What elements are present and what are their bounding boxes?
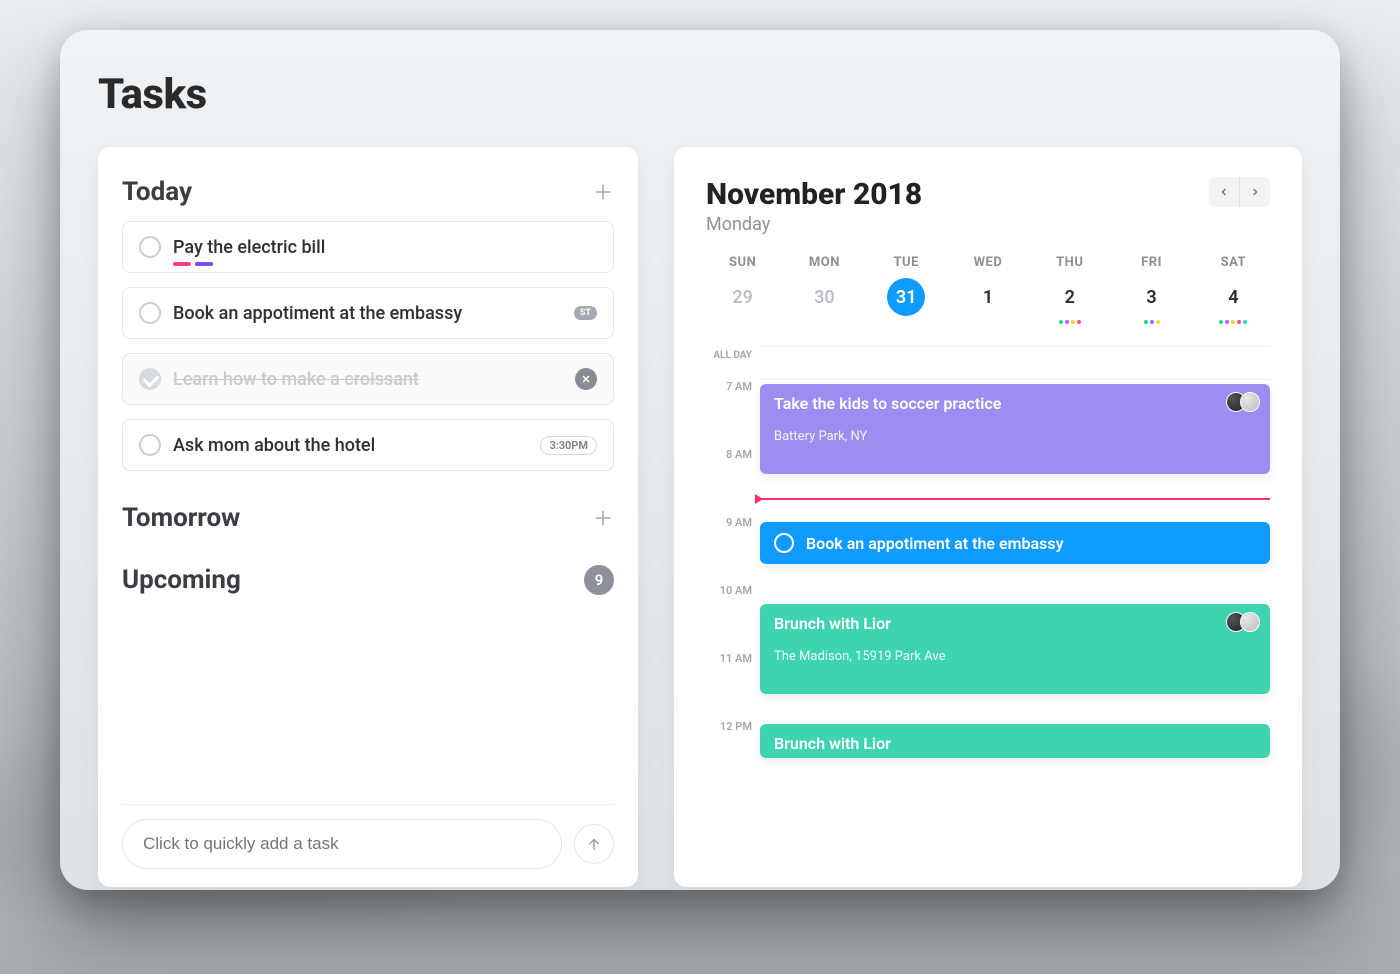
day-header: SAT bbox=[1197, 255, 1270, 270]
day-number: 2 bbox=[1051, 278, 1089, 316]
day-number: 30 bbox=[805, 278, 843, 316]
day-cell[interactable]: 29 bbox=[706, 278, 779, 324]
day-number: 1 bbox=[969, 278, 1007, 316]
event-location: Battery Park, NY bbox=[774, 429, 1256, 444]
task-item[interactable]: Ask mom about the hotel 3:30PM bbox=[122, 419, 614, 471]
current-time-indicator bbox=[760, 498, 1270, 500]
section-tomorrow-title: Tomorrow bbox=[122, 503, 240, 533]
all-day-label: ALL DAY bbox=[706, 346, 760, 380]
calendar-event[interactable]: Book an appotiment at the embassy bbox=[760, 522, 1270, 564]
task-tags bbox=[173, 262, 213, 266]
calendar-event[interactable]: Brunch with Lior The Madison, 15919 Park … bbox=[760, 604, 1270, 694]
day-cell[interactable]: 3 bbox=[1115, 278, 1188, 324]
chevron-right-icon bbox=[1249, 186, 1261, 198]
task-text: Book an appotiment at the embassy bbox=[173, 303, 562, 324]
columns: Today Pay the electric bill Book an appot… bbox=[98, 147, 1302, 887]
day-cell[interactable]: 30 bbox=[788, 278, 861, 324]
hour-label: 10 AM bbox=[706, 584, 760, 652]
day-cell[interactable]: 31 bbox=[870, 278, 943, 324]
task-text: Learn how to make a croissant bbox=[173, 369, 563, 390]
close-icon[interactable] bbox=[575, 368, 597, 390]
check-icon[interactable] bbox=[139, 368, 161, 390]
event-location: The Madison, 15919 Park Ave bbox=[774, 649, 1256, 664]
day-cell[interactable]: 2 bbox=[1033, 278, 1106, 324]
hours-column: ALL DAY 7 AM8 AM9 AM10 AM11 AM12 PM bbox=[706, 346, 760, 788]
event-avatars bbox=[1232, 392, 1260, 412]
task-text: Pay the electric bill bbox=[173, 237, 597, 258]
day-number: 31 bbox=[887, 278, 925, 316]
page-title: Tasks bbox=[98, 70, 1302, 119]
task-circle[interactable] bbox=[139, 302, 161, 324]
plus-icon[interactable] bbox=[592, 181, 614, 203]
arrow-up-icon bbox=[585, 835, 603, 853]
task-badge: ST bbox=[574, 306, 597, 320]
event-circle-icon bbox=[774, 533, 794, 553]
avatar bbox=[1240, 612, 1260, 632]
task-time-chip: 3:30PM bbox=[540, 436, 597, 455]
calendar-nav bbox=[1209, 177, 1270, 207]
calendar-month-title: November 2018 bbox=[706, 177, 922, 212]
day-cell[interactable]: 1 bbox=[951, 278, 1024, 324]
calendar-panel: November 2018 Monday SUNMONTUEWEDTHUFRIS… bbox=[674, 147, 1302, 887]
hour-label: 9 AM bbox=[706, 516, 760, 584]
task-item[interactable]: Book an appotiment at the embassy ST bbox=[122, 287, 614, 339]
calendar-event[interactable]: Take the kids to soccer practice Battery … bbox=[760, 384, 1270, 474]
event-title: Take the kids to soccer practice bbox=[774, 394, 1256, 413]
day-event-dots bbox=[1144, 320, 1160, 324]
day-header: WED bbox=[951, 255, 1024, 270]
quick-add-submit[interactable] bbox=[574, 824, 614, 864]
section-tomorrow: Tomorrow bbox=[122, 503, 614, 533]
task-circle[interactable] bbox=[139, 236, 161, 258]
event-avatars bbox=[1232, 612, 1260, 632]
section-upcoming: Upcoming 9 bbox=[122, 565, 614, 595]
plus-icon[interactable] bbox=[592, 507, 614, 529]
event-title: Book an appotiment at the embassy bbox=[806, 534, 1064, 553]
all-day-slot bbox=[760, 346, 1270, 380]
task-item[interactable]: Pay the electric bill bbox=[122, 221, 614, 273]
prev-week-button[interactable] bbox=[1209, 177, 1239, 207]
day-header-row: SUN MON TUE WED THU FRI SAT bbox=[706, 255, 1270, 270]
chevron-left-icon bbox=[1218, 186, 1230, 198]
quick-add-input[interactable] bbox=[122, 819, 562, 869]
next-week-button[interactable] bbox=[1240, 177, 1270, 207]
today-task-list: Pay the electric bill Book an appotiment … bbox=[122, 221, 614, 485]
day-number-row: 29 30 31 1 2 3 4 bbox=[706, 278, 1270, 324]
calendar-weekday: Monday bbox=[706, 214, 922, 235]
task-circle[interactable] bbox=[139, 434, 161, 456]
hour-label: 11 AM bbox=[706, 652, 760, 720]
day-header: FRI bbox=[1115, 255, 1188, 270]
task-item[interactable]: Learn how to make a croissant bbox=[122, 353, 614, 405]
day-number: 29 bbox=[724, 278, 762, 316]
quick-add-row bbox=[122, 804, 614, 869]
events-column: Take the kids to soccer practice Battery … bbox=[760, 346, 1270, 788]
task-text: Ask mom about the hotel bbox=[173, 435, 528, 456]
app-window: Tasks Today Pay the electric bill Book an… bbox=[60, 30, 1340, 890]
day-header: SUN bbox=[706, 255, 779, 270]
day-cell[interactable]: 4 bbox=[1197, 278, 1270, 324]
calendar-event[interactable]: Brunch with Lior bbox=[760, 724, 1270, 758]
section-today: Today bbox=[122, 177, 614, 207]
tasks-panel: Today Pay the electric bill Book an appot… bbox=[98, 147, 638, 887]
day-header: TUE bbox=[870, 255, 943, 270]
avatar bbox=[1240, 392, 1260, 412]
section-today-title: Today bbox=[122, 177, 192, 207]
hour-label: 12 PM bbox=[706, 720, 760, 788]
event-title: Brunch with Lior bbox=[774, 614, 1256, 633]
day-header: MON bbox=[788, 255, 861, 270]
day-event-dots bbox=[1059, 320, 1081, 324]
day-event-dots bbox=[1219, 320, 1247, 324]
upcoming-count-badge: 9 bbox=[584, 565, 614, 595]
hour-label: 7 AM bbox=[706, 380, 760, 448]
calendar-header: November 2018 Monday bbox=[706, 177, 1270, 235]
event-title: Brunch with Lior bbox=[774, 734, 1256, 753]
day-number: 3 bbox=[1133, 278, 1171, 316]
day-number: 4 bbox=[1214, 278, 1252, 316]
day-header: THU bbox=[1033, 255, 1106, 270]
section-upcoming-title: Upcoming bbox=[122, 565, 241, 595]
timeline: ALL DAY 7 AM8 AM9 AM10 AM11 AM12 PM Take… bbox=[706, 346, 1270, 788]
hour-label: 8 AM bbox=[706, 448, 760, 516]
